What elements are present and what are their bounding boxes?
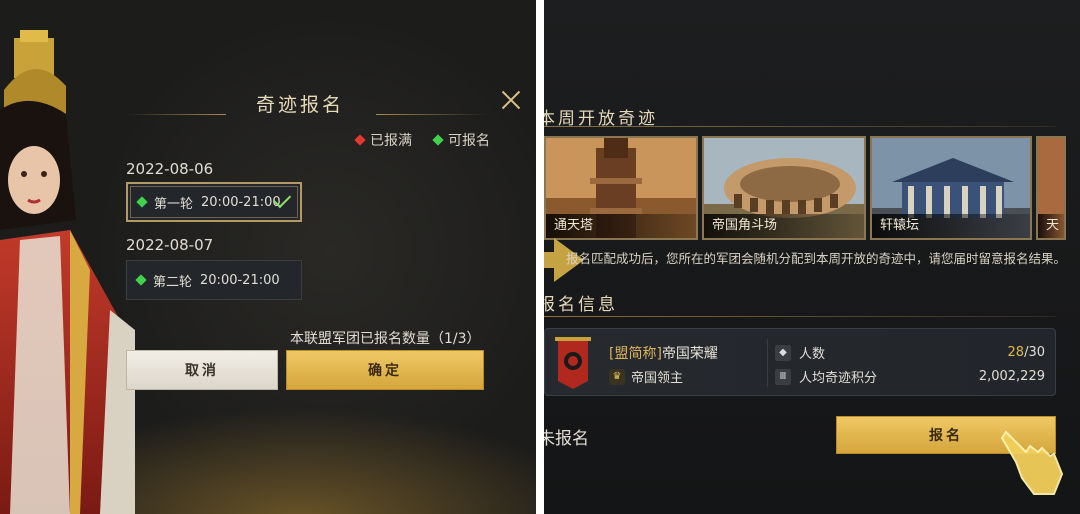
alliance-banner-icon[interactable] — [555, 337, 591, 389]
registration-count: 本联盟军团已报名数量（1/3） — [290, 331, 481, 347]
pointing-hand-icon — [1000, 430, 1064, 495]
available-icon — [136, 196, 148, 208]
headcount-row: ◆ 人数 28/30 — [775, 343, 1045, 362]
alliance-info-card: [盟简称]帝国荣耀 ♛ 帝国领主 ◆ 人数 28/30 Ⅲ 人均奇迹积分 2,0… — [544, 328, 1056, 396]
cancel-button[interactable]: 取消 — [126, 350, 278, 390]
slot-time: 20:00-21:00 — [200, 272, 280, 288]
time-slot-round-2[interactable]: 第二轮 20:00-21:00 — [126, 260, 302, 300]
section-divider — [544, 316, 1056, 317]
legend-full: 已报满 — [354, 130, 412, 150]
wonder-card-colosseum[interactable]: 帝国角斗场 — [702, 136, 866, 240]
wonder-card-partial[interactable]: 天 — [1036, 136, 1066, 240]
avg-score-label: 人均奇迹积分 — [799, 371, 878, 386]
available-icon — [135, 274, 147, 286]
leader-row: ♛ 帝国领主 — [609, 367, 683, 386]
dialog-title: 奇迹报名 — [255, 94, 344, 116]
slot-time: 20:00-21:00 — [201, 194, 281, 210]
alliance-name: [盟简称]帝国荣耀 — [609, 343, 718, 363]
registration-status: 未报名 — [544, 429, 589, 449]
headcount-value: 28/30 — [1007, 345, 1045, 360]
alliance-title: 帝国荣耀 — [661, 346, 718, 362]
wonder-info-panel: 本周开放奇迹 通天塔 帝国角斗场 轩辕坛 天 报名匹配成功后，您所在的军团会随机… — [544, 0, 1080, 514]
avg-score-value: 2,002,229 — [978, 369, 1045, 384]
date-label-1: 2022-08-06 — [126, 160, 214, 178]
time-slot-round-1[interactable]: 第一轮 20:00-21:00 — [126, 182, 302, 222]
crown-icon: ♛ — [609, 368, 625, 385]
wonder-name: 轩辕坛 — [872, 214, 1030, 238]
matching-info-text: 报名匹配成功后，您所在的军团会随机分配到本周开放的奇迹中，请您届时留意报名结果。 — [566, 251, 1067, 266]
leader-name: 帝国领主 — [631, 371, 684, 386]
legend-available: 可报名 — [432, 130, 490, 150]
wonder-card-altar[interactable]: 轩辕坛 — [870, 136, 1032, 240]
wonder-signup-dialog-panel: 奇迹报名 已报满 可报名 2022-08-06 第一轮 20:00-21:00 … — [0, 0, 536, 514]
date-label-2: 2022-08-07 — [126, 236, 214, 254]
red-diamond-icon — [354, 134, 366, 146]
signup-info-title: 报名信息 — [544, 295, 618, 315]
confirm-button[interactable]: 确定 — [286, 350, 484, 390]
section-divider — [544, 126, 1056, 127]
panel-separator — [536, 0, 544, 514]
alliance-tag: [盟简称] — [609, 346, 662, 362]
helmet-icon: ◆ — [775, 344, 791, 361]
slot-label: 第二轮 — [153, 274, 193, 290]
vertical-divider — [767, 339, 768, 387]
wonder-card-tower[interactable]: 通天塔 — [544, 136, 698, 240]
avg-score-row: Ⅲ 人均奇迹积分 2,002,229 — [775, 367, 1045, 386]
wonder-name: 通天塔 — [546, 214, 696, 238]
pillar-icon: Ⅲ — [775, 368, 791, 385]
close-icon[interactable] — [498, 88, 524, 114]
empress-portrait — [0, 30, 135, 514]
slot-label: 第一轮 — [154, 196, 194, 212]
wonder-name: 帝国角斗场 — [704, 214, 864, 238]
headcount-label: 人数 — [799, 347, 826, 362]
wonder-name: 天 — [1038, 214, 1064, 238]
green-diamond-icon — [432, 134, 444, 146]
